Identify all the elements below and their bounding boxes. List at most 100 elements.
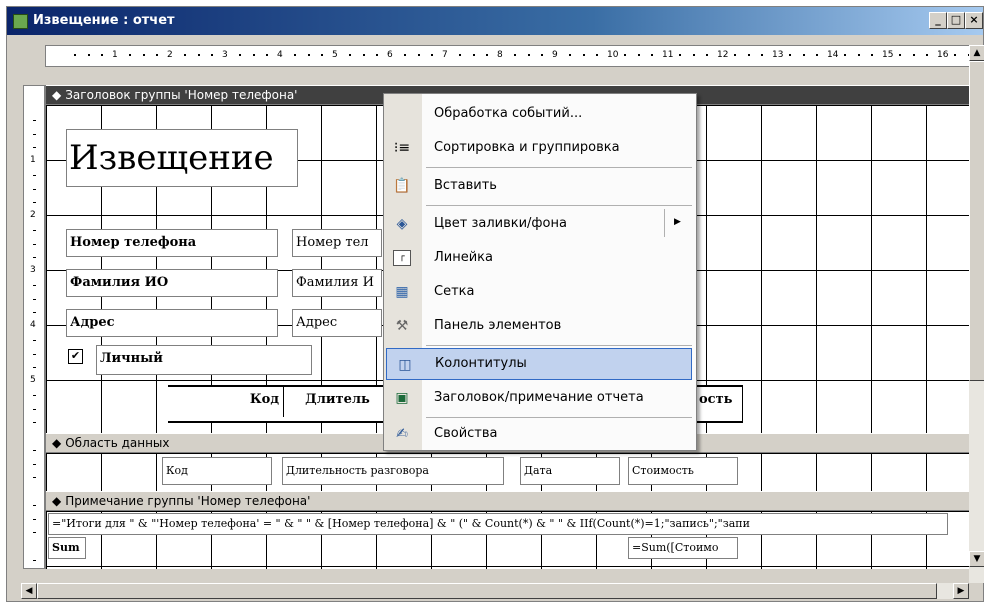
scroll-right-button[interactable]: ▶ [953,583,969,599]
vertical-scrollbar[interactable]: ▲ ▼ [969,45,984,583]
duration-field[interactable]: Длительность разговора [282,457,504,485]
vertical-ruler[interactable]: 1 2 3 4 5 [23,85,45,569]
scroll-left-button[interactable]: ◀ [21,583,37,599]
ruler-tick [637,54,640,56]
ruler-tick [678,54,681,56]
ruler-number: 10 [607,50,619,60]
ruler-number: 2 [30,210,36,220]
col-code-header[interactable]: Код [168,387,284,417]
personal-label[interactable]: Личный [96,345,312,375]
ruler-tick [417,54,420,56]
group-footer-bar[interactable]: ◆ Примечание группы 'Номер телефона' [46,491,976,511]
ruler-tick [472,54,475,56]
ruler-number: 8 [497,50,503,60]
ruler-tick [33,243,36,245]
menu-item-fill-color[interactable]: ◈ Цвет заливки/фона ▶ [384,208,694,240]
ruler-tick [513,54,516,56]
menu-item-ruler[interactable]: ┌ Линейка [384,242,694,274]
scroll-down-button[interactable]: ▼ [969,551,984,567]
report-design-window: Извещение : отчет _ □ × 1 2 3 4 5 6 7 8 9 10 11 12 1… [6,6,984,602]
date-field[interactable]: Дата [520,457,620,485]
menu-item-grid[interactable]: ▦ Сетка [384,276,694,308]
ruler-tick [788,54,791,56]
menu-item-label: Вставить [434,178,497,193]
menu-item-report-header-footer[interactable]: ▣ Заголовок/примечание отчета [384,382,694,414]
ruler-tick [926,54,929,56]
scroll-up-button[interactable]: ▲ [969,45,984,61]
address-label[interactable]: Адрес [66,309,278,337]
vertical-scroll-thumb[interactable] [969,61,984,381]
menu-item-page-header-footer[interactable]: ◫ Колонтитулы [386,348,692,380]
cost-field[interactable]: Стоимость [628,457,738,485]
submenu-divider [664,209,665,237]
horizontal-scroll-thumb[interactable] [37,583,937,599]
report-header-footer-icon: ▣ [395,390,409,406]
grid-icon: ▦ [395,284,409,300]
ruler-tick [362,54,365,56]
ruler-tick [33,477,36,479]
phone-label[interactable]: Номер телефона [66,229,278,257]
ruler-tick [568,54,571,56]
ruler-tick [33,367,36,369]
sum-label[interactable]: Sum [48,537,86,559]
ruler-number: 7 [442,50,448,60]
name-label[interactable]: Фамилия ИО [66,269,278,297]
phone-field[interactable]: Номер тел [292,229,382,257]
minimize-button[interactable]: _ [929,12,947,29]
name-field[interactable]: Фамилия И [292,269,382,297]
sort-group-icon: ⁝≡ [393,140,411,156]
section-arrow-icon: ◆ [52,494,62,508]
horizontal-ruler[interactable]: 1 2 3 4 5 6 7 8 9 10 11 12 13 14 15 16 [45,45,975,67]
ruler-tick [33,518,36,520]
ruler-tick [403,54,406,56]
ruler-tick [33,504,36,506]
menu-item-toolbox[interactable]: ⚒ Панель элементов [384,310,694,342]
ruler-tick [33,202,36,204]
ruler-number: 5 [332,50,338,60]
address-field[interactable]: Адрес [292,309,382,337]
ruler-tick [33,449,36,451]
title-bar[interactable]: Извещение : отчет _ □ × [7,7,983,35]
ruler-tick [527,54,530,56]
detail-grid[interactable]: Код Длительность разговора Дата Стоимост… [46,453,976,491]
paste-icon: 📋 [393,178,411,194]
report-title-label[interactable]: Извещение [66,129,298,187]
close-button[interactable]: × [965,12,983,29]
menu-item-sort-group[interactable]: ⁝≡ Сортировка и группировка [384,132,694,164]
ruler-tick [33,298,36,300]
col-cost-header[interactable]: ость [696,387,742,417]
maximize-button[interactable]: □ [947,12,965,29]
toolbox-icon: ⚒ [395,318,409,334]
page-header-footer-icon: ◫ [398,357,412,373]
personal-checkbox[interactable]: ✔ [68,349,83,364]
ruler-tick [541,54,544,56]
ruler-tick [376,54,379,56]
group-footer-grid[interactable]: ="Итоги для " & "'Номер телефона' = " & … [46,511,976,569]
ruler-tick [33,532,36,534]
ruler-tick [33,312,36,314]
menu-item-properties[interactable]: ✍ Свойства [384,418,694,450]
summary-expression-field[interactable]: ="Итоги для " & "'Номер телефона' = " & … [48,513,948,535]
ruler-number: 4 [277,50,283,60]
menu-item-paste[interactable]: 📋 Вставить [384,170,694,202]
menu-item-event-handling[interactable]: Обработка событий... [384,98,694,130]
horizontal-scrollbar[interactable]: ◀ ▶ [21,583,969,599]
col-duration-header[interactable]: Длитель [288,387,384,417]
menu-item-label: Свойства [434,426,498,441]
ruler-tick [912,54,915,56]
ruler-tick [101,54,104,56]
ruler-number: 3 [222,50,228,60]
ruler-number: 6 [387,50,393,60]
ruler-tick [33,119,36,121]
context-menu: Обработка событий... ⁝≡ Сортировка и гру… [383,93,697,451]
ruler-tick [183,54,186,56]
ruler-tick [348,54,351,56]
ruler-tick [761,54,764,56]
sum-field[interactable]: =Sum([Стоимо [628,537,738,559]
ruler-tick [802,54,805,56]
menu-separator [426,167,692,168]
ruler-tick [321,54,324,56]
section-arrow-icon: ◆ [52,88,62,102]
code-field[interactable]: Код [162,457,272,485]
ruler-tick [197,54,200,56]
